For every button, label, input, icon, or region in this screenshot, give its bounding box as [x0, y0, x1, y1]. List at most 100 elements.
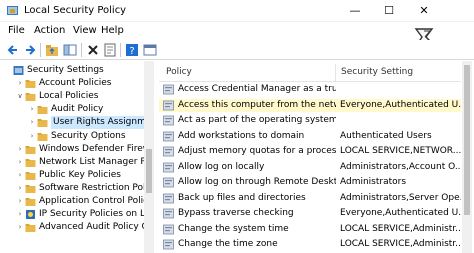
- folder-icon: [37, 104, 48, 115]
- menu-action[interactable]: Action: [34, 25, 65, 36]
- tree-scrollbar[interactable]: [144, 61, 154, 253]
- chevron-right-icon[interactable]: ›: [16, 196, 24, 206]
- policy-icon: [163, 239, 174, 250]
- tree-item[interactable]: › Application Control Policies: [2, 195, 153, 208]
- tree-item[interactable]: › Security Options: [2, 130, 153, 143]
- policy-security-setting: Everyone,Authenticated U...: [340, 99, 461, 110]
- policy-row[interactable]: Allow log on locally Administrators,Accou…: [159, 161, 461, 174]
- window-title: Local Security Policy: [24, 5, 127, 16]
- policy-security-setting: Administrators,Account O...: [340, 161, 461, 172]
- policy-row[interactable]: Change the time zone LOCAL SERVICE,Admini…: [159, 238, 461, 251]
- tree-item[interactable]: › IP Security Policies on Local: [2, 208, 154, 221]
- policy-icon: [163, 162, 174, 173]
- chevron-right-icon[interactable]: ›: [16, 170, 24, 180]
- properties-icon[interactable]: [102, 42, 118, 58]
- policy-icon: [163, 84, 174, 95]
- policy-security-setting: LOCAL SERVICE,Administr...: [340, 223, 461, 234]
- policy-name: Access this computer from the network: [178, 99, 336, 110]
- policy-row[interactable]: Bypass traverse checking Everyone,Authent…: [159, 207, 461, 220]
- tree-item-label: Windows Defender Firewall w: [39, 143, 153, 154]
- chevron-right-icon[interactable]: ›: [28, 117, 36, 127]
- navigation-tree: Security Settings › Account Policies ∨ Local…: [2, 61, 154, 253]
- chevron-right-icon[interactable]: ›: [16, 157, 24, 167]
- policy-icon: [163, 193, 174, 204]
- policy-row[interactable]: Change the system time LOCAL SERVICE,Admi…: [159, 223, 461, 236]
- tree-scrollbar-thumb[interactable]: [146, 149, 152, 193]
- tree-item-label: Software Restriction Policies: [39, 182, 154, 193]
- menu-bar: File Action View Help: [0, 22, 474, 40]
- folder-icon: [25, 157, 36, 168]
- back-icon[interactable]: [5, 42, 21, 58]
- chevron-right-icon[interactable]: ›: [16, 78, 24, 88]
- up-folder-icon[interactable]: [44, 42, 60, 58]
- folder-icon: [25, 183, 36, 194]
- chevron-down-icon[interactable]: ∨: [16, 91, 24, 101]
- policy-security-setting: Administrators: [340, 177, 407, 187]
- delete-icon[interactable]: [85, 42, 101, 58]
- tree-item[interactable]: › Advanced Audit Policy Conf: [2, 221, 154, 234]
- policy-name: Bypass traverse checking: [178, 208, 294, 218]
- tree-item-label: Security Options: [51, 130, 126, 141]
- policy-row[interactable]: Adjust memory quotas for a process LOCAL …: [159, 145, 461, 158]
- list-scrollbar-thumb[interactable]: [464, 65, 470, 215]
- column-divider[interactable]: [335, 64, 336, 82]
- tree-item-label: IP Security Policies on Local: [39, 209, 154, 220]
- tree-item[interactable]: › Software Restriction Policies: [2, 182, 154, 195]
- help-icon[interactable]: ?: [124, 42, 140, 58]
- policy-name: Change the time zone: [178, 239, 278, 249]
- chevron-right-icon[interactable]: ›: [28, 131, 36, 141]
- chevron-right-icon[interactable]: ›: [28, 104, 36, 114]
- menu-file[interactable]: File: [8, 25, 25, 36]
- console-icon[interactable]: [142, 42, 158, 58]
- tree-item[interactable]: › Audit Policy: [2, 103, 153, 116]
- tree-item-label: Account Policies: [39, 78, 112, 89]
- chevron-right-icon[interactable]: ›: [16, 222, 24, 232]
- policy-security-setting: Everyone,Authenticated U...: [340, 208, 461, 218]
- column-header-policy[interactable]: Policy: [166, 67, 192, 77]
- security-settings-icon: [13, 65, 24, 76]
- list-scrollbar[interactable]: [462, 61, 472, 253]
- chevron-down-icon[interactable]: [4, 65, 12, 75]
- chevron-right-icon[interactable]: ›: [16, 209, 24, 219]
- forward-icon[interactable]: [22, 42, 38, 58]
- maximize-button[interactable]: ☐: [372, 0, 406, 22]
- menu-help[interactable]: Help: [101, 25, 124, 36]
- tree-item[interactable]: › Account Policies: [2, 77, 153, 90]
- tree-item[interactable]: › Windows Defender Firewall w: [2, 143, 153, 156]
- menu-view[interactable]: View: [73, 25, 97, 36]
- title-bar: Local Security Policy — ☐ ✕: [0, 0, 474, 22]
- svg-text:?: ?: [129, 46, 134, 57]
- policy-name: Back up files and directories: [178, 192, 306, 203]
- show-hide-tree-icon[interactable]: [62, 42, 78, 58]
- tree-item-label: Security Settings: [27, 65, 104, 75]
- policy-row[interactable]: Back up files and directories Administrat…: [159, 192, 461, 205]
- chevron-right-icon[interactable]: ›: [16, 183, 24, 193]
- policy-name: Allow log on locally: [178, 161, 265, 172]
- toolbar-separator: [81, 43, 82, 57]
- policy-row[interactable]: Access this computer from the network Eve…: [159, 98, 461, 112]
- tree-item-label: Audit Policy: [51, 104, 104, 115]
- tree-item[interactable]: ∨ Local Policies: [2, 90, 153, 103]
- policy-row[interactable]: Access Credential Manager as a trusted..…: [159, 83, 461, 96]
- close-button[interactable]: ✕: [406, 0, 442, 22]
- minimize-button[interactable]: —: [338, 0, 372, 22]
- policy-icon: [163, 177, 174, 188]
- tree-item[interactable]: › Public Key Policies: [2, 169, 153, 182]
- policy-name: Change the system time: [178, 223, 289, 234]
- tree-item[interactable]: › Network List Manager Polic: [2, 156, 154, 169]
- tree-item-label: Network List Manager Polic: [39, 156, 154, 167]
- policy-list: Policy Security Setting Access Credentia…: [159, 61, 474, 253]
- policy-row[interactable]: Act as part of the operating system: [159, 114, 461, 127]
- tree-item[interactable]: Security Settings: [2, 64, 153, 77]
- policy-row[interactable]: Allow log on through Remote Desktop ... A…: [159, 176, 461, 189]
- column-header-security-setting[interactable]: Security Setting: [341, 67, 413, 77]
- folder-icon: [25, 222, 36, 233]
- list-header: Policy Security Setting: [159, 64, 461, 82]
- tree-item[interactable]: › User Rights Assignment: [2, 116, 153, 130]
- policy-row[interactable]: Add workstations to domain Authenticated …: [159, 130, 461, 143]
- tree-item-label: Advanced Audit Policy Conf: [39, 222, 154, 233]
- chevron-right-icon[interactable]: ›: [16, 144, 24, 154]
- policy-icon: [163, 208, 174, 219]
- policy-icon: [163, 100, 174, 111]
- ip-security-icon: [25, 209, 36, 220]
